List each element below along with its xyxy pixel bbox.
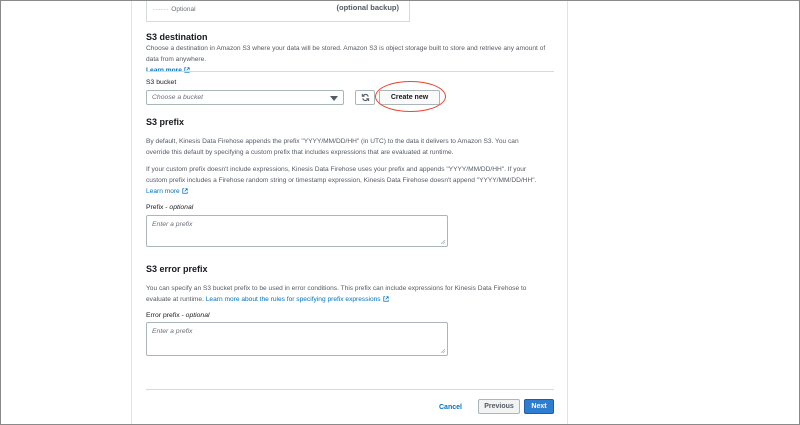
resize-grip-icon[interactable] <box>440 239 446 245</box>
s3-bucket-placeholder: Choose a bucket <box>152 94 204 101</box>
s3-error-prefix-description: You can specify an S3 bucket prefix to b… <box>146 283 556 305</box>
optional-text: Optional <box>171 6 196 13</box>
prefix-rules-link-text: Learn more about the rules for specifyin… <box>205 296 381 303</box>
prefix-label-text: Prefix <box>146 204 164 211</box>
refresh-icon <box>361 93 370 102</box>
s3-destination-description-text: Choose a destination in Amazon S3 where … <box>146 45 546 63</box>
s3-prefix-paragraph-2: If your custom prefix doesn't include ex… <box>146 164 556 197</box>
s3-prefix-heading: S3 prefix <box>146 117 185 127</box>
s3-destination-heading: S3 destination <box>146 32 208 42</box>
next-button[interactable]: Next <box>524 399 554 414</box>
external-link-icon <box>184 67 190 73</box>
refresh-button[interactable] <box>355 90 375 105</box>
footer-divider <box>146 389 554 390</box>
prefix-rules-learn-more-link[interactable]: Learn more about the rules for specifyin… <box>206 296 389 303</box>
error-prefix-label-text: Error prefix <box>146 312 180 319</box>
external-link-icon <box>182 188 188 194</box>
prefix-optional-text: optional <box>169 204 194 211</box>
s3-prefix-learn-more-link[interactable]: Learn more <box>146 188 188 195</box>
s3-error-prefix-line1: You can specify an S3 bucket prefix to b… <box>146 285 527 292</box>
s3-prefix-p2-line2: custom prefix includes a Firehose random… <box>146 177 537 184</box>
s3-prefix-p2-line1: If your custom prefix doesn't include ex… <box>146 166 527 173</box>
s3-prefix-p1-line1: By default, Kinesis Data Firehose append… <box>146 138 519 145</box>
prefix-placeholder: Enter a prefix <box>152 221 193 228</box>
s3-bucket-select[interactable]: Choose a bucket <box>146 90 344 105</box>
left-gutter <box>1 1 132 424</box>
error-prefix-field-label: Error prefix - optional <box>146 312 210 319</box>
s3-prefix-p1-line2: override this default by specifying a cu… <box>146 149 454 156</box>
screenshot-frame: ------ Optional (optional backup) S3 des… <box>0 0 800 425</box>
optional-caption: ------ Optional <box>153 6 196 13</box>
prefix-field-label: Prefix - optional <box>146 204 194 211</box>
s3-error-prefix-heading: S3 error prefix <box>146 264 208 274</box>
optional-backup-label: (optional backup) <box>336 3 400 12</box>
section-divider <box>146 71 554 72</box>
right-gutter <box>567 1 799 424</box>
resize-grip-icon[interactable] <box>440 348 446 354</box>
previous-button[interactable]: Previous <box>478 399 520 414</box>
learn-more-text: Learn more <box>146 188 180 195</box>
s3-error-prefix-line2: evaluate at runtime. <box>146 296 204 303</box>
highlight-ring <box>375 81 446 112</box>
cancel-button[interactable]: Cancel <box>439 404 462 411</box>
s3-prefix-paragraph-1: By default, Kinesis Data Firehose append… <box>146 136 556 158</box>
error-prefix-textarea[interactable]: Enter a prefix <box>146 322 448 356</box>
s3-bucket-label: S3 bucket <box>146 79 177 86</box>
backup-option-card[interactable]: ------ Optional (optional backup) <box>146 1 410 22</box>
external-link-icon <box>382 296 389 302</box>
chevron-down-icon <box>330 96 338 101</box>
prefix-textarea[interactable]: Enter a prefix <box>146 215 448 247</box>
error-prefix-optional-text: optional <box>185 312 210 319</box>
error-prefix-placeholder: Enter a prefix <box>152 328 193 335</box>
